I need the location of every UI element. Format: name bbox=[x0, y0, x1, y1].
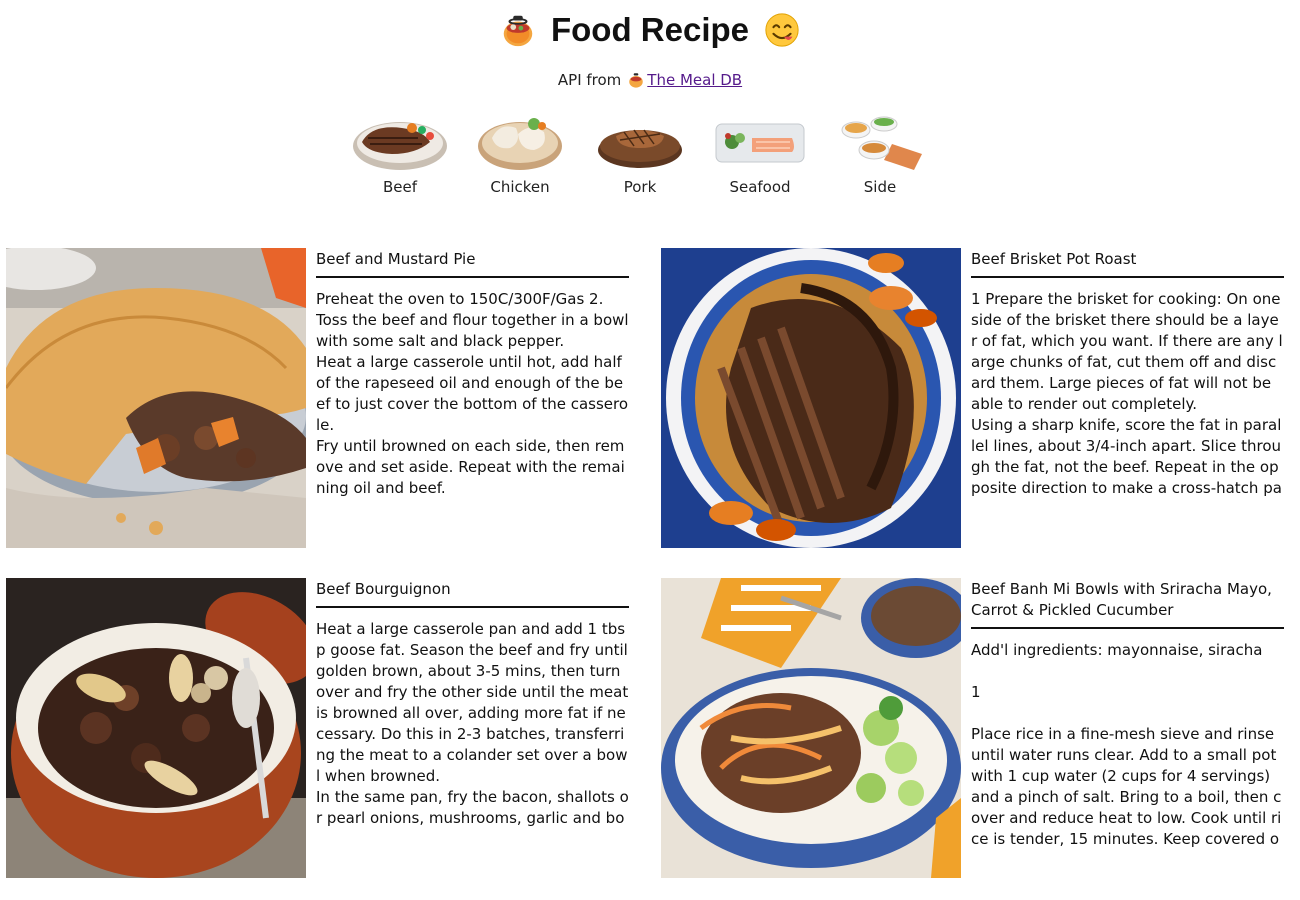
recipe-image[interactable] bbox=[661, 578, 961, 878]
category-label: Beef bbox=[382, 178, 418, 196]
stew-pot-small-icon bbox=[629, 73, 644, 88]
category-side[interactable]: Side bbox=[828, 108, 932, 204]
category-label: Side bbox=[863, 178, 897, 196]
category-pork[interactable]: Pork bbox=[588, 108, 692, 204]
recipe-card[interactable]: Beef Brisket Pot Roast 1 Prepare the bri… bbox=[661, 248, 1300, 548]
category-label: Pork bbox=[623, 178, 657, 196]
api-credit: API from The Meal DB bbox=[0, 69, 1300, 91]
recipe-info: Beef Banh Mi Bowls with Sriracha Mayo, C… bbox=[971, 578, 1284, 878]
category-bar: Beef Chicken Pork Seafood Side bbox=[340, 108, 960, 204]
category-beef[interactable]: Beef bbox=[348, 108, 452, 204]
recipe-image[interactable] bbox=[6, 578, 306, 878]
recipe-title[interactable]: Beef Banh Mi Bowls with Sriracha Mayo, C… bbox=[971, 578, 1284, 629]
category-label: Seafood bbox=[729, 178, 791, 196]
recipe-info: Beef and Mustard Pie Preheat the oven to… bbox=[316, 248, 629, 548]
recipe-title[interactable]: Beef and Mustard Pie bbox=[316, 248, 629, 278]
meal-db-link[interactable]: The Meal DB bbox=[647, 71, 742, 89]
recipe-card[interactable]: Beef and Mustard Pie Preheat the oven to… bbox=[6, 248, 646, 548]
seafood-dish-icon bbox=[715, 123, 805, 163]
category-chicken[interactable]: Chicken bbox=[468, 108, 572, 204]
page-title: Food Recipe bbox=[550, 11, 750, 48]
recipe-description: Preheat the oven to 150C/300F/Gas 2. Tos… bbox=[316, 290, 629, 497]
recipe-title[interactable]: Beef Brisket Pot Roast bbox=[971, 248, 1284, 278]
stew-pot-icon bbox=[503, 15, 533, 47]
side-dish-icon bbox=[841, 116, 922, 170]
yum-face-icon bbox=[765, 13, 799, 47]
api-credit-text: API from bbox=[557, 71, 622, 89]
recipe-card[interactable]: Beef Bourguignon Heat a large casserole … bbox=[6, 578, 646, 878]
recipe-info: Beef Bourguignon Heat a large casserole … bbox=[316, 578, 629, 878]
recipe-description: Heat a large casserole pan and add 1 tbs… bbox=[316, 620, 629, 827]
category-seafood[interactable]: Seafood bbox=[708, 108, 812, 204]
pork-dish-icon bbox=[598, 129, 682, 168]
recipe-image[interactable] bbox=[6, 248, 306, 548]
recipe-info: Beef Brisket Pot Roast 1 Prepare the bri… bbox=[971, 248, 1284, 548]
recipe-description: Add'l ingredients: mayonnaise, siracha 1… bbox=[971, 641, 1282, 848]
page-title-row: Food Recipe bbox=[0, 8, 1300, 52]
chicken-dish-icon bbox=[478, 118, 562, 170]
recipe-title[interactable]: Beef Bourguignon bbox=[316, 578, 629, 608]
recipe-image[interactable] bbox=[661, 248, 961, 548]
category-label: Chicken bbox=[490, 178, 550, 196]
beef-dish-icon bbox=[353, 122, 447, 170]
recipe-description: 1 Prepare the brisket for cooking: On on… bbox=[971, 290, 1283, 497]
recipe-card[interactable]: Beef Banh Mi Bowls with Sriracha Mayo, C… bbox=[661, 578, 1300, 878]
